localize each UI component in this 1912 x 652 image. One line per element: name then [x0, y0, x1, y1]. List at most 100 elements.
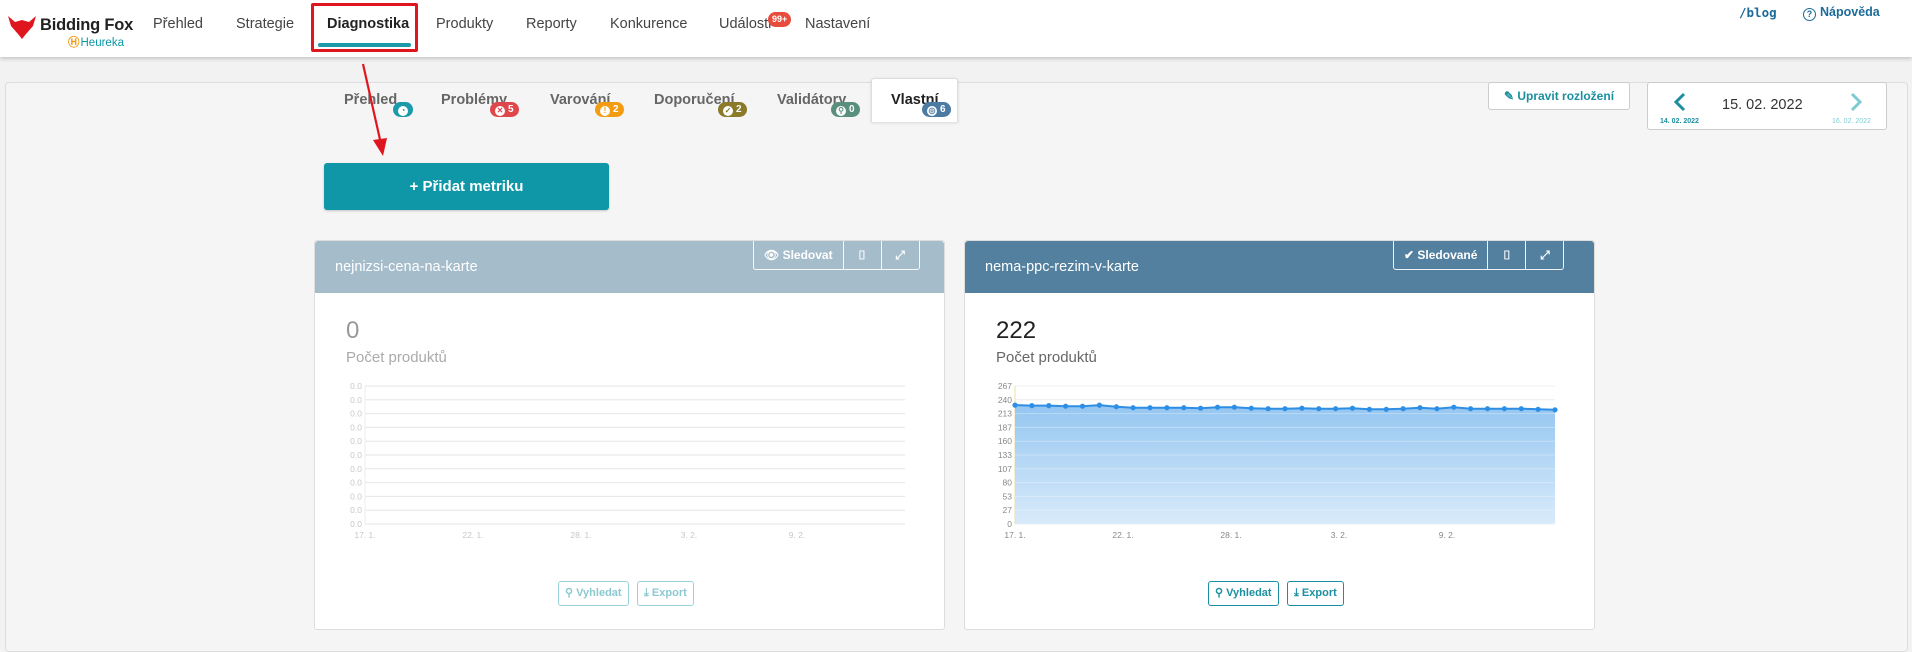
data-point [1181, 405, 1187, 411]
x-tick-label: 3. 2. [1331, 530, 1348, 540]
nav-item-reporty[interactable]: Reporty [526, 16, 577, 32]
card-title: nema-ppc-rezim-v-karte [985, 259, 1139, 275]
y-tick-label: 0.0 [350, 450, 362, 460]
y-tick-label: 0.0 [350, 436, 362, 446]
target-icon: ◎ [927, 106, 937, 116]
x-tick-label: 17. 1. [1004, 530, 1025, 540]
y-tick-label: 133 [998, 450, 1012, 460]
heureka-icon: Ⓗ [68, 37, 80, 49]
vlastni-count: 6 [940, 104, 946, 115]
nav-item-strategie[interactable]: Strategie [236, 16, 294, 32]
search-label: Vyhledat [576, 587, 622, 599]
doporuceni-count: 2 [736, 104, 742, 115]
dashboard-icon: ◔ [398, 106, 408, 116]
y-tick-label: 27 [1003, 505, 1013, 515]
card-title: nejnizsi-cena-na-karte [335, 259, 478, 275]
search-button[interactable]: ⚲ Vyhledat [558, 581, 629, 606]
subtab-problemy-badge: ✕ 5 [490, 102, 519, 117]
help-link[interactable]: ? Nápověda [1803, 5, 1880, 21]
data-point [1164, 405, 1170, 411]
data-point [1282, 406, 1288, 412]
screenshot-button[interactable]: ⌷ [842, 241, 881, 269]
nav-item-udalosti[interactable]: Události [719, 16, 771, 32]
data-point [1383, 406, 1389, 412]
add-metric-button[interactable]: + Přidat metriku [324, 163, 609, 210]
data-point [1265, 406, 1271, 412]
data-point [1063, 403, 1069, 409]
data-point [1552, 407, 1558, 413]
data-point [1333, 406, 1339, 412]
fox-logo-icon [8, 16, 36, 39]
metric-card-nejnizsi-cena: nejnizsi-cena-na-karte 👁 Sledovat ⌷ ⤢ 0 … [314, 240, 945, 630]
data-point [1113, 404, 1119, 410]
search-icon: ⚲ [1215, 587, 1227, 599]
y-tick-label: 240 [998, 395, 1012, 405]
data-point [1046, 403, 1052, 409]
metric-value: 0 [346, 317, 360, 344]
y-tick-label: 0.0 [350, 422, 362, 432]
metric-card-nema-ppc: nema-ppc-rezim-v-karte ✔ Sledované ⌷ ⤢ 2… [964, 240, 1595, 630]
chevron-right-icon[interactable] [1844, 91, 1866, 113]
data-point [1198, 405, 1204, 411]
annotation-arrow [361, 63, 387, 156]
y-tick-label: 0 [1007, 519, 1012, 529]
y-tick-label: 0.0 [350, 478, 362, 488]
data-point [1248, 405, 1254, 411]
expand-button[interactable]: ⤢ [880, 241, 919, 269]
y-tick-label: 267 [998, 381, 1012, 391]
y-tick-label: 107 [998, 464, 1012, 474]
check-circle-icon: ✓ [723, 106, 733, 116]
data-point [1029, 403, 1035, 409]
expand-icon: ⤢ [1540, 247, 1550, 262]
date-picker: 14. 02. 2022 15. 02. 2022 16. 02. 2022 [1647, 82, 1887, 130]
y-tick-label: 213 [998, 409, 1012, 419]
prev-date-label[interactable]: 14. 02. 2022 [1660, 118, 1699, 125]
nav-item-produkty[interactable]: Produkty [436, 16, 493, 32]
screenshot-button[interactable]: ⌷ [1487, 241, 1525, 269]
data-point [1400, 406, 1406, 412]
expand-button[interactable]: ⤢ [1525, 241, 1563, 269]
expand-icon: ⤢ [895, 247, 905, 262]
export-label: Export [1301, 587, 1337, 599]
data-point [1518, 406, 1524, 412]
next-date-label[interactable]: 16. 02. 2022 [1832, 118, 1871, 125]
y-tick-label: 0.0 [350, 519, 362, 529]
y-tick-label: 0.0 [350, 464, 362, 474]
edit-layout-button[interactable]: ✎ Upravit rozložení [1488, 82, 1630, 110]
events-count-badge: 99+ [768, 12, 792, 27]
metric-label: Počet produktů [996, 349, 1097, 366]
nav-item-nastaveni[interactable]: Nastavení [805, 16, 870, 32]
y-tick-label: 0.0 [350, 505, 362, 515]
x-tick-label: 22. 1. [1112, 530, 1133, 540]
blog-link[interactable]: /blog [1739, 5, 1777, 20]
follow-label: Sledované [1417, 248, 1478, 262]
edit-icon: ✎ [1503, 89, 1518, 103]
y-tick-label: 0.0 [350, 409, 362, 419]
y-tick-label: 0.0 [350, 491, 362, 501]
metric-chart: 0.00.00.00.00.00.00.00.00.00.00.017. 1. 2… [350, 381, 905, 540]
subtab-varovani-badge: ! 2 [595, 102, 624, 117]
warning-icon: ! [600, 106, 610, 116]
camera-icon: ⌷ [1503, 247, 1511, 262]
x-tick-label: 28. 1. [1220, 530, 1241, 540]
subtab-prehled-badge: ◔ [393, 102, 413, 117]
x-tick-label: 3. 2. [681, 530, 698, 540]
export-button[interactable]: ⤓ Export [1287, 581, 1344, 606]
nav-item-konkurence[interactable]: Konkurence [610, 16, 687, 32]
brand-sub-label: Heureka [80, 37, 124, 49]
data-point [1434, 406, 1440, 412]
metric-value: 222 [996, 317, 1037, 344]
chevron-left-icon[interactable] [1670, 91, 1692, 113]
search-label: Vyhledat [1226, 587, 1272, 599]
export-button[interactable]: ⤓ Export [637, 581, 694, 606]
follow-button[interactable]: 👁 Sledovat [754, 241, 843, 269]
data-point [1096, 402, 1102, 408]
card-tools: ✔ Sledované ⌷ ⤢ [1393, 241, 1565, 270]
subtab-vlastni-badge: ◎ 6 [922, 102, 951, 117]
search-button[interactable]: ⚲ Vyhledat [1208, 581, 1279, 606]
current-date[interactable]: 15. 02. 2022 [1722, 97, 1803, 113]
nav-item-prehled[interactable]: Přehled [153, 16, 203, 32]
followed-button[interactable]: ✔ Sledované [1394, 241, 1487, 269]
data-point [1079, 403, 1086, 409]
search-icon: ⚲ [836, 106, 846, 116]
